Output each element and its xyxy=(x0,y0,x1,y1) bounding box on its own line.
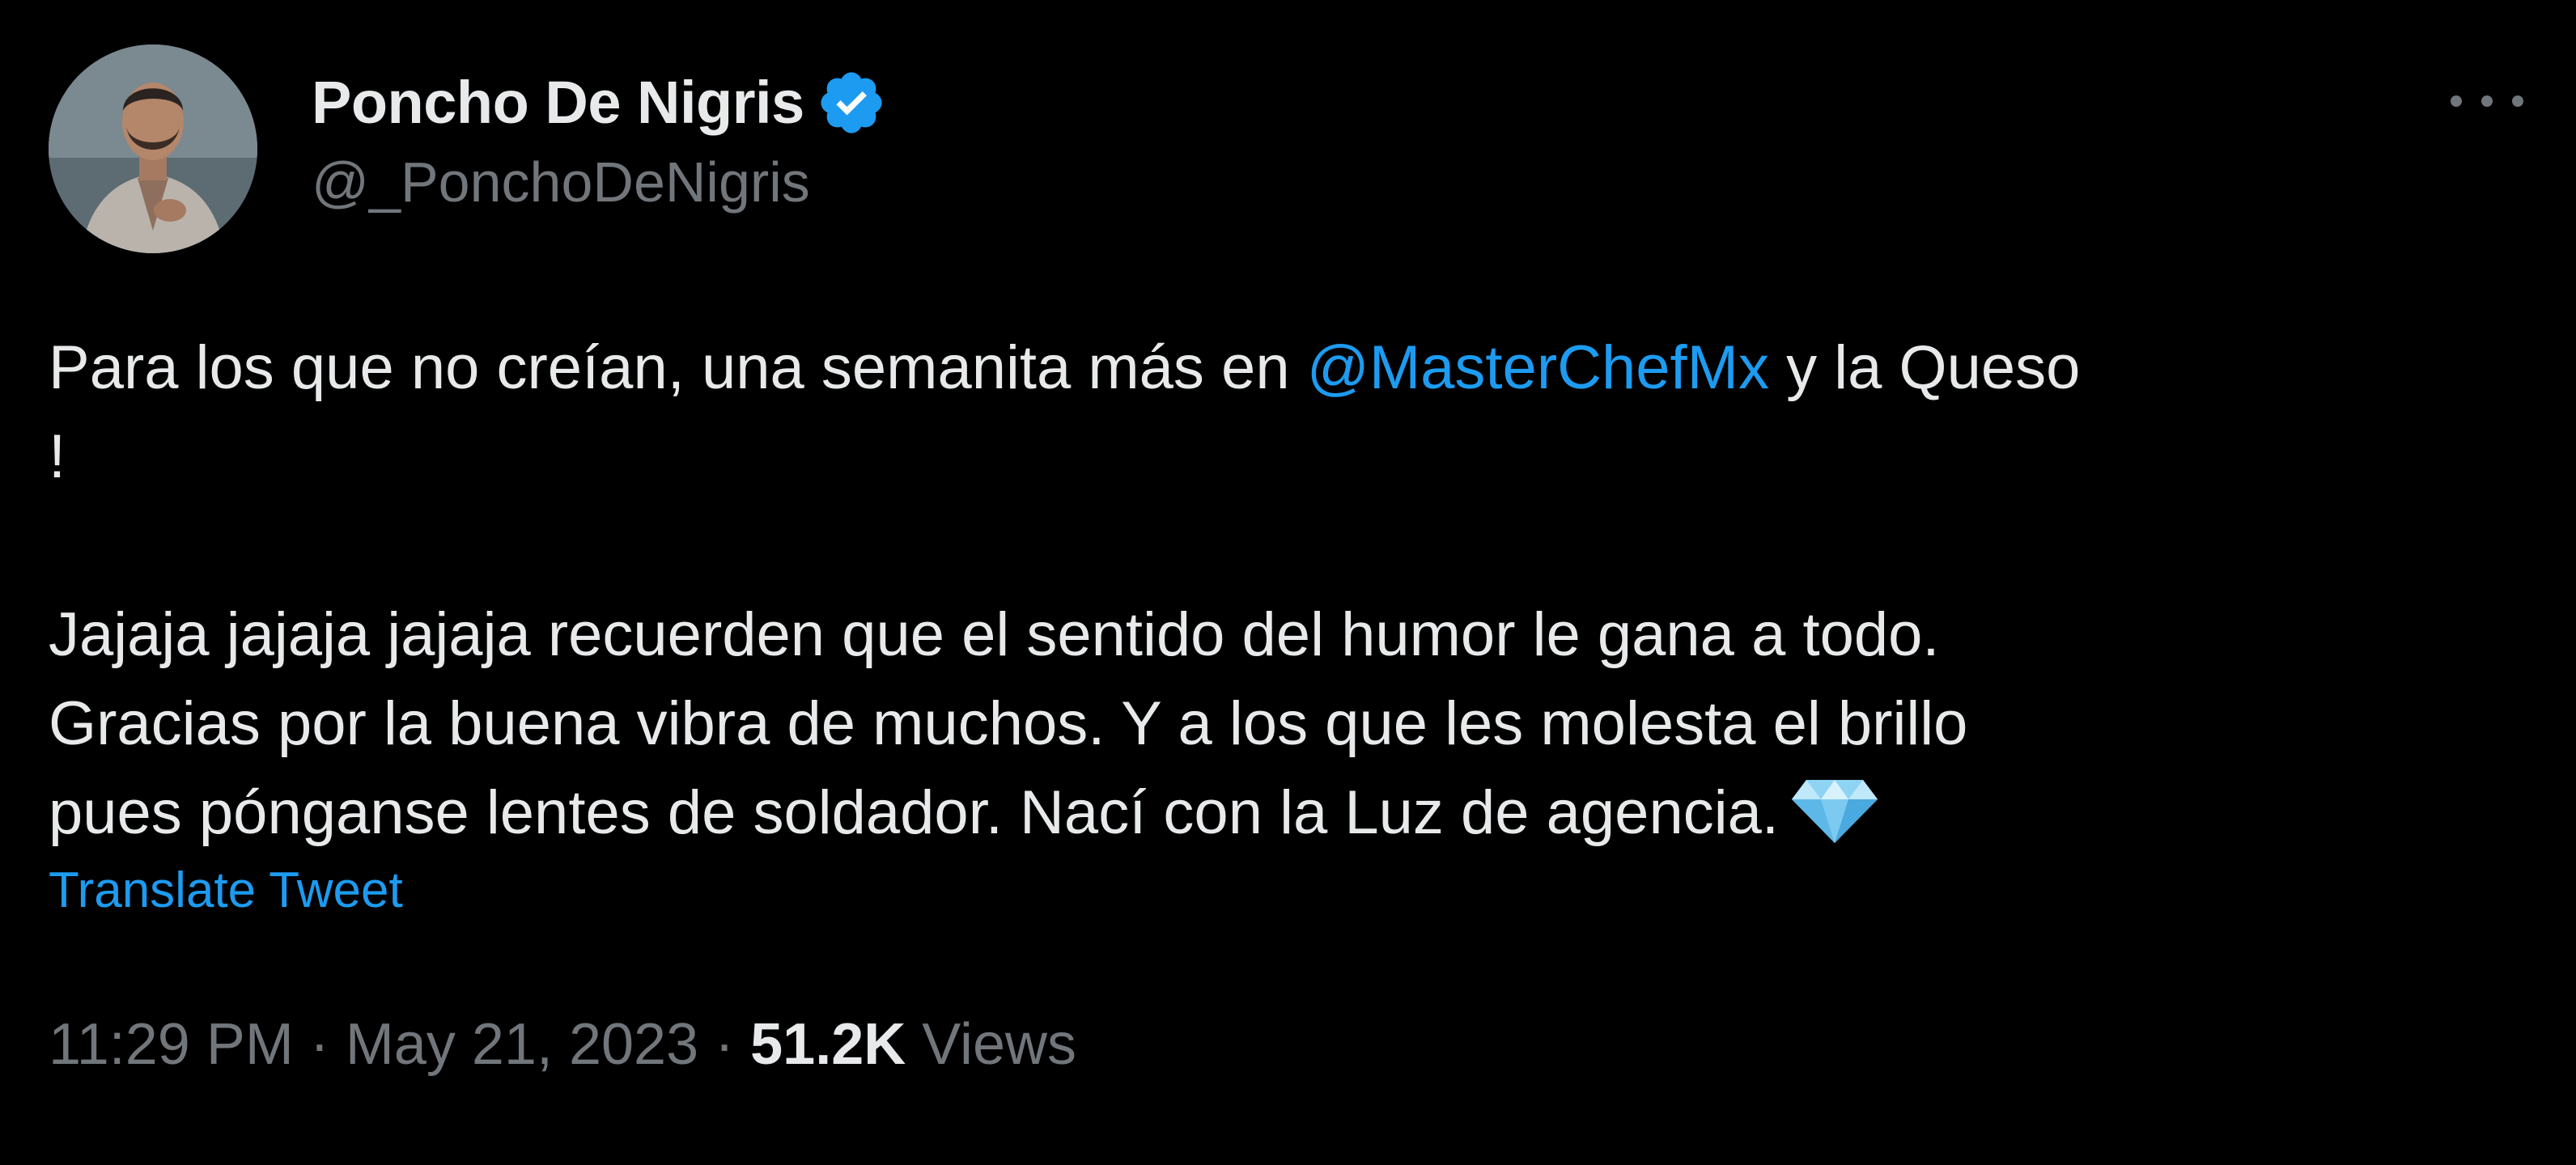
author-handle[interactable]: @_PonchoDeNigris xyxy=(312,154,810,210)
tweet-text-segment: Para los que no creían, una semanita más… xyxy=(49,333,1307,402)
tweet-line: Gracias por la buena vibra de muchos. Y … xyxy=(49,689,1968,758)
more-dot xyxy=(2481,95,2493,107)
meta-separator: · xyxy=(293,1012,346,1077)
display-name[interactable]: Poncho De Nigris xyxy=(312,73,804,133)
avatar-photo-icon xyxy=(49,44,257,253)
tweet-line: ! xyxy=(49,422,66,491)
views-count[interactable]: 51.2K xyxy=(750,1012,906,1077)
verified-badge-icon xyxy=(821,72,882,133)
more-dot xyxy=(2451,95,2462,107)
tweet-text: Para los que no creían, una semanita más… xyxy=(49,324,2541,858)
tweet-line: Para los que no creían, una semanita más… xyxy=(49,324,2541,413)
author-name-row[interactable]: Poncho De Nigris xyxy=(312,58,887,147)
gem-stone-icon xyxy=(1791,780,1878,843)
tweet-line: pues pónganse lentes de soldador. Nací c… xyxy=(49,769,2541,858)
more-options-icon[interactable] xyxy=(2451,81,2523,121)
tweet-text-segment: y la Queso xyxy=(1768,333,2081,402)
mention-link[interactable]: @MasterChefMx xyxy=(1307,333,1769,402)
views-label[interactable]: Views xyxy=(906,1012,1076,1077)
translate-tweet-link[interactable]: Translate Tweet xyxy=(49,866,403,916)
avatar[interactable] xyxy=(49,44,257,253)
tweet-date[interactable]: May 21, 2023 xyxy=(346,1012,698,1077)
tweet-line: Jajaja jajaja jajaja recuerden que el se… xyxy=(49,600,1940,669)
meta-separator: · xyxy=(698,1012,751,1077)
tweet-card: Poncho De Nigris @_PonchoDeNigris Para l… xyxy=(0,0,2576,1165)
more-dot xyxy=(2512,95,2523,107)
tweet-text-segment: pues pónganse lentes de soldador. Nací c… xyxy=(49,778,1779,847)
tweet-time[interactable]: 11:29 PM xyxy=(49,1012,294,1077)
tweet-meta: 11:29 PM · May 21, 2023 · 51.2K Views xyxy=(49,1015,1076,1074)
